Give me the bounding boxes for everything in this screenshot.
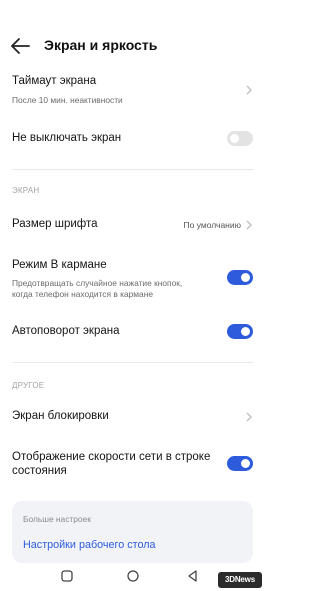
toggle-knob <box>230 134 239 143</box>
recent-apps-icon[interactable] <box>60 569 74 583</box>
page-title: Экран и яркость <box>44 37 158 53</box>
desktop-settings-link[interactable]: Настройки рабочего стола <box>23 539 156 551</box>
toggle-knob <box>241 459 250 468</box>
row-pocket-mode-title: Режим В кармане <box>12 259 107 271</box>
back-arrow-icon[interactable] <box>9 35 31 57</box>
keep-screen-on-toggle[interactable] <box>227 131 253 146</box>
chevron-right-icon <box>246 412 252 422</box>
row-font-size-title: Размер шрифта <box>12 218 98 230</box>
section-header-other: ДРУГОЕ <box>12 381 45 390</box>
toggle-knob <box>241 273 250 282</box>
row-keep-screen-on[interactable]: Не выключать экран <box>0 125 265 153</box>
chevron-right-icon <box>246 85 252 95</box>
home-icon[interactable] <box>126 569 140 583</box>
divider <box>12 362 253 363</box>
row-network-speed[interactable]: Отображение скорости сети в строке состо… <box>0 447 265 483</box>
more-settings-title: Больше настроек <box>23 514 91 524</box>
toggle-knob <box>241 327 250 336</box>
row-pocket-mode[interactable]: Режим В кармане Предотвращать случайное … <box>0 252 265 302</box>
more-settings-card: Больше настроек Настройки рабочего стола <box>12 501 253 563</box>
row-screen-timeout[interactable]: Таймаут экрана После 10 мин. неактивност… <box>0 70 265 110</box>
section-header-screen: ЭКРАН <box>12 186 40 195</box>
row-lock-screen[interactable]: Экран блокировки <box>0 402 265 430</box>
row-keep-screen-on-title: Не выключать экран <box>12 132 122 144</box>
row-network-speed-title-line1: Отображение скорости сети в строке <box>12 451 211 463</box>
app-header: Экран и яркость <box>0 30 265 64</box>
nav-back-icon[interactable] <box>186 569 200 583</box>
row-pocket-mode-subtitle-line2: когда телефон находится в кармане <box>12 289 153 299</box>
row-auto-rotate[interactable]: Автоповорот экрана <box>0 317 265 345</box>
row-screen-timeout-title: Таймаут экрана <box>12 75 97 87</box>
network-speed-toggle[interactable] <box>227 456 253 471</box>
chevron-right-icon <box>246 220 252 230</box>
pocket-mode-toggle[interactable] <box>227 270 253 285</box>
auto-rotate-toggle[interactable] <box>227 324 253 339</box>
watermark-logo: 3DNews <box>218 572 262 588</box>
row-font-size[interactable]: Размер шрифта По умолчанию <box>0 211 265 239</box>
font-size-value: По умолчанию <box>183 220 241 230</box>
divider <box>12 169 253 170</box>
row-network-speed-title-line2: состояния <box>12 465 67 477</box>
row-pocket-mode-subtitle-line1: Предотвращать случайное нажатие кнопок, <box>12 278 183 288</box>
row-lock-screen-title: Экран блокировки <box>12 410 109 422</box>
row-screen-timeout-subtitle: После 10 мин. неактивности <box>12 95 123 105</box>
row-auto-rotate-title: Автоповорот экрана <box>12 325 120 337</box>
